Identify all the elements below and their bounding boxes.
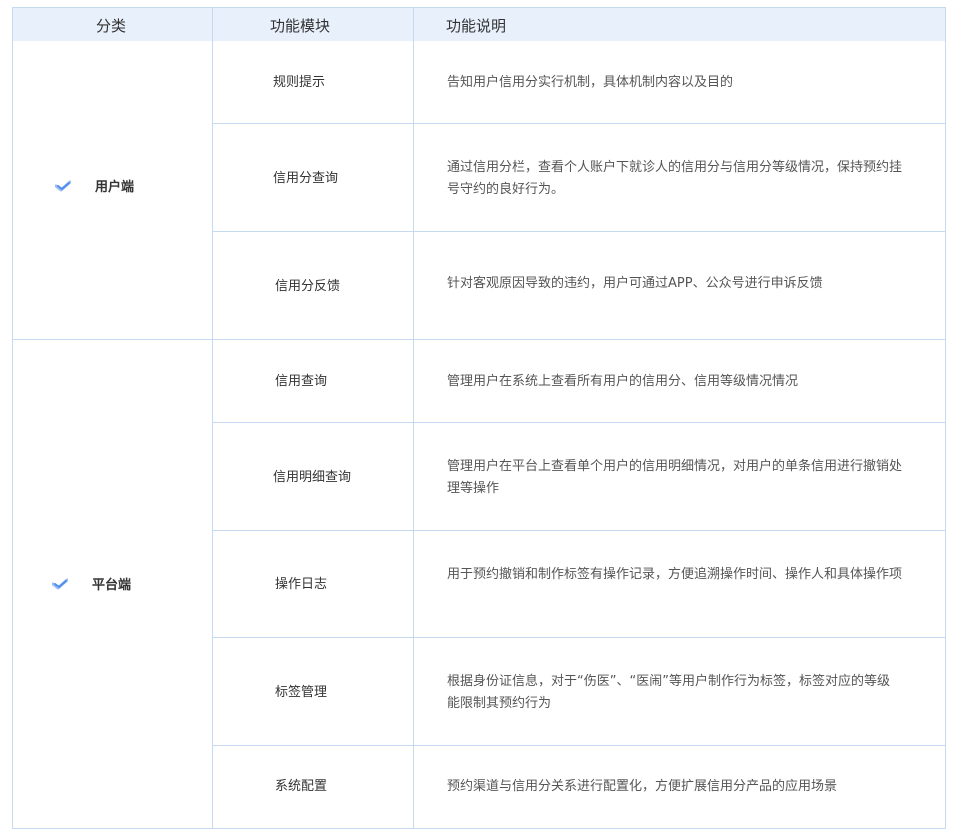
row-divider [212,637,946,638]
table-left-border [12,7,13,829]
check-icon [52,578,68,589]
row-divider [212,530,946,531]
feature-table: 分类 功能模块 功能说明 用户端 平台端 规则提示 信用分查询 信用分反馈 信用… [0,0,955,837]
row-divider [12,339,946,340]
module-cell: 信用分查询 [273,171,339,186]
description-cell: 通过信用分栏，查看个人账户下就诊人的信用分与信用分等级情况，保持预约挂号守约的良… [447,160,903,197]
description-cell: 预约渠道与信用分关系进行配置化，方便扩展信用分产品的应用场景 [447,779,838,794]
description-cell: 用于预约撤销和制作标签有操作记录，方便追溯操作时间、操作人和具体操作项 [447,567,903,582]
module-cell: 系统配置 [275,779,328,794]
header-description: 功能说明 [446,17,507,35]
column-divider-1 [212,7,213,828]
module-cell: 操作日志 [275,577,328,592]
header-category: 分类 [96,17,127,35]
category-label: 平台端 [92,578,132,593]
module-cell: 规则提示 [273,75,326,90]
description-cell: 管理用户在系统上查看所有用户的信用分、信用等级情况情况 [447,374,799,389]
module-cell: 标签管理 [275,685,328,700]
column-divider-2 [413,7,414,828]
category-user: 用户端 [55,176,134,195]
description-cell: 告知用户信用分实行机制，具体机制内容以及目的 [447,75,734,90]
module-cell: 信用明细查询 [273,470,352,485]
row-divider [212,422,946,423]
table-right-border [945,7,946,828]
category-platform: 平台端 [52,574,131,593]
row-divider [212,745,946,746]
table-bottom-border [12,828,946,829]
table-top-border [12,7,946,8]
header-module: 功能模块 [270,17,331,35]
description-cell: 根据身份证信息，对于“伤医”、“医闹”等用户制作行为标签，标签对应的等级能限制其… [447,674,890,711]
category-label: 用户端 [95,180,135,195]
module-cell: 信用分反馈 [275,279,341,294]
description-cell: 针对客观原因导致的违约，用户可通过APP、公众号进行申诉反馈 [447,276,823,291]
row-divider [212,123,946,124]
description-cell: 管理用户在平台上查看单个用户的信用明细情况，对用户的单条信用进行撤销处理等操作 [447,459,903,496]
check-icon [55,180,71,191]
module-cell: 信用查询 [275,374,328,389]
row-divider [212,231,946,232]
